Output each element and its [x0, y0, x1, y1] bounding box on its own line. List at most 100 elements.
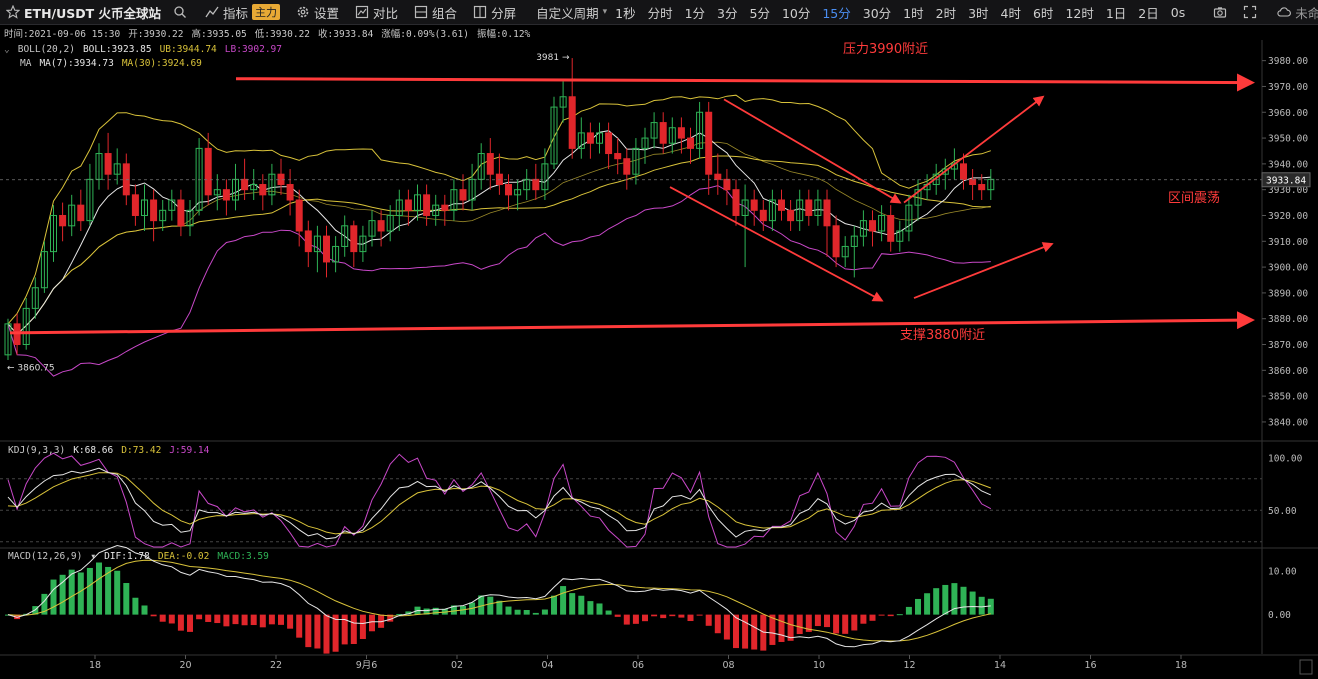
macd-bar	[487, 596, 494, 615]
macd-bar	[96, 562, 102, 615]
time-tick-label: 18	[1175, 660, 1187, 671]
candle-body	[832, 225, 840, 258]
candle-body	[705, 111, 713, 175]
support-label: 支撑3880附近	[900, 328, 985, 343]
kline-chart[interactable]: 3980.003970.003960.003950.003940.003930.…	[0, 0, 1318, 679]
candle-body	[623, 158, 631, 175]
macd-bar	[678, 614, 685, 618]
kdj-tick-label: 50.00	[1268, 506, 1297, 517]
macd-bar	[296, 614, 303, 638]
price-tick-label: 3890.00	[1268, 288, 1308, 299]
macd-bar	[223, 614, 230, 627]
macd-bar	[77, 572, 84, 615]
macd-bar	[851, 614, 858, 631]
candle-body	[677, 127, 685, 139]
macd-bar	[915, 598, 921, 615]
price-tick-label: 3840.00	[1268, 417, 1308, 428]
macd-tick-label: 0.00	[1268, 610, 1291, 621]
macd-bar	[705, 614, 712, 626]
macd-bar	[869, 614, 876, 621]
kdj-tick-label: 100.00	[1268, 453, 1303, 464]
kdj-d-line	[7, 472, 991, 535]
macd-bar	[287, 614, 294, 629]
time-tick-label: 20	[179, 660, 191, 671]
macd-bar	[278, 614, 284, 625]
macd-bar	[350, 614, 357, 645]
candle-body	[532, 178, 540, 191]
macd-bar	[669, 614, 676, 617]
macd-tick-label: 10.00	[1268, 566, 1297, 577]
macd-bar	[86, 567, 93, 615]
candle-body	[869, 220, 876, 232]
candle-body	[787, 209, 795, 222]
macd-bar	[896, 614, 903, 616]
candles	[4, 58, 995, 360]
price-tick-label: 3900.00	[1268, 263, 1308, 274]
candle-body	[750, 199, 758, 211]
candle-body	[241, 178, 249, 191]
candle-body	[259, 184, 267, 196]
price-tick-label: 3860.00	[1268, 366, 1308, 377]
price-tick-label: 3880.00	[1268, 314, 1308, 325]
macd-bar	[187, 614, 193, 632]
current-price-label: 3933.84	[1266, 175, 1306, 186]
price-tick-label: 3910.00	[1268, 237, 1308, 248]
macd-bar	[523, 610, 530, 615]
candle-body	[568, 96, 576, 149]
macd-bar	[596, 603, 603, 615]
macd-bar	[578, 595, 585, 615]
kdj-j-line	[7, 452, 992, 548]
candle-body	[605, 132, 613, 155]
up-trend-arrow	[903, 95, 1045, 204]
macd-bar	[905, 606, 912, 615]
price-tick-label: 3870.00	[1268, 340, 1308, 351]
macd-bar	[824, 614, 830, 628]
candle-body	[495, 173, 503, 186]
macd-bar	[614, 614, 621, 617]
macd-bar	[924, 593, 931, 615]
macd-bar	[196, 614, 203, 620]
time-tick-label: 22	[270, 660, 282, 671]
macd-bar	[241, 614, 248, 626]
macd-bar	[250, 614, 257, 626]
macd-bar	[833, 614, 840, 634]
price-tick-label: 3950.00	[1268, 134, 1308, 145]
resistance-arrow	[235, 73, 1255, 92]
macd-bar	[314, 614, 321, 649]
macd-bar	[551, 595, 557, 615]
macd-bar	[987, 598, 994, 615]
macd-bar	[814, 614, 821, 627]
candle-body	[459, 189, 467, 201]
price-tick-label: 3850.00	[1268, 392, 1308, 403]
candle-body	[423, 194, 431, 216]
macd-bar	[560, 586, 567, 615]
time-tick-label: 02	[451, 660, 463, 671]
macd-bar	[123, 583, 130, 615]
candle-body	[505, 184, 512, 196]
resistance-label: 压力3990附近	[843, 42, 928, 57]
candle-body	[404, 199, 412, 211]
macd-bar	[259, 614, 266, 628]
time-tick-label: 08	[722, 660, 734, 671]
candle-body	[732, 189, 740, 216]
candle-body	[960, 163, 967, 180]
macd-bar	[933, 588, 940, 615]
candle-body	[441, 204, 449, 211]
macd-bar	[687, 614, 694, 622]
time-tick-label: 18	[89, 660, 101, 671]
candle-body	[887, 214, 895, 242]
high-marker: 3981 →	[536, 53, 570, 63]
time-tick-label: 10	[813, 660, 825, 671]
macd-bar	[860, 614, 867, 624]
candle-body	[377, 220, 385, 232]
candle-body	[723, 178, 731, 191]
macd-bar	[587, 601, 594, 615]
macd-bar	[141, 605, 148, 615]
macd-bar	[623, 614, 630, 625]
macd-bar	[642, 614, 648, 622]
candle-body	[759, 209, 767, 222]
macd-bar	[505, 606, 512, 615]
candle-body	[659, 122, 667, 144]
macd-bar	[651, 614, 658, 617]
time-tick-label: 9月6	[356, 660, 378, 671]
